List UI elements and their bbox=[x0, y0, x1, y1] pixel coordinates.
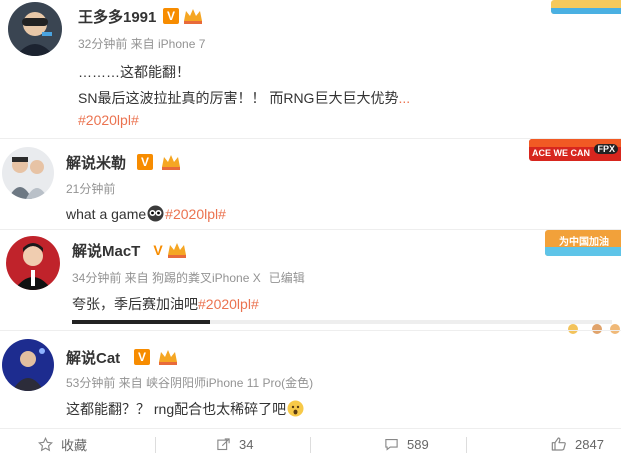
verified-v-icon: V bbox=[137, 154, 153, 170]
card-banner: ACE WE CAN FPX bbox=[529, 139, 621, 161]
avatar[interactable] bbox=[2, 339, 54, 391]
comment-button[interactable]: 589 bbox=[384, 429, 429, 459]
favorite-label: 收藏 bbox=[61, 437, 88, 453]
action-bar: 收藏 34 589 2847 bbox=[0, 428, 621, 459]
repost-count: 34 bbox=[239, 436, 254, 452]
separator bbox=[310, 437, 311, 453]
vip-crown-icon bbox=[166, 241, 188, 259]
avatar[interactable] bbox=[2, 147, 54, 199]
post-meta: 32分钟前 来自 iPhone 7 bbox=[78, 37, 206, 51]
owl-emoji-icon bbox=[147, 205, 164, 225]
avatar[interactable] bbox=[6, 236, 60, 290]
verified-v-icon: V bbox=[153, 242, 163, 258]
banner-text: ACE WE CAN bbox=[532, 148, 590, 158]
banner-logo: FPX bbox=[594, 144, 618, 154]
vip-crown-icon bbox=[182, 7, 204, 25]
username[interactable]: 解说MacT bbox=[72, 240, 140, 261]
post-text: what a game #2020lpl# bbox=[66, 205, 226, 225]
vip-crown-icon bbox=[160, 153, 182, 171]
comment-icon bbox=[385, 438, 398, 451]
favorite-button[interactable]: 收藏 bbox=[38, 429, 87, 459]
like-count: 2847 bbox=[575, 436, 604, 452]
comment-count: 589 bbox=[407, 436, 429, 452]
username[interactable]: 王多多1991 bbox=[78, 6, 156, 27]
surprised-emoji-icon bbox=[287, 400, 304, 420]
username[interactable]: 解说米勒 bbox=[66, 152, 126, 173]
banner-text: 为中国加油 bbox=[559, 237, 609, 248]
post-text-line-2: SN最后这波拉扯真的厉害！！ 而RNG巨大巨大优势... bbox=[78, 88, 410, 108]
hashtag-link[interactable]: #2020lpl# bbox=[165, 206, 226, 222]
comment-post-3: 解说MacT V 34分钟前 来自 狗踢的粪叉iPhone X 已编辑 夸张，季后… bbox=[0, 230, 621, 330]
hashtag-link[interactable]: #2020lpl# bbox=[78, 112, 139, 128]
separator bbox=[466, 437, 467, 453]
verified-v-icon: V bbox=[163, 8, 179, 24]
vip-crown-icon bbox=[157, 348, 179, 366]
post-text-content: 夸张，季后赛加油吧 bbox=[72, 296, 198, 312]
star-icon bbox=[38, 436, 53, 451]
card-banner bbox=[551, 0, 621, 14]
comment-post-1: 王多多1991 V 32分钟前 来自 iPhone 7 ………这都能翻！ SN最… bbox=[0, 0, 621, 138]
edited-label[interactable]: 已编辑 bbox=[269, 271, 305, 285]
post-text: 夸张，季后赛加油吧#2020lpl# bbox=[72, 294, 259, 314]
post-meta: 53分钟前 来自 峡谷阴阳师iPhone 11 Pro(金色) bbox=[66, 376, 314, 390]
expand-ellipsis[interactable]: ... bbox=[398, 90, 410, 106]
post-text: SN最后这波拉扯真的厉害！！ 而RNG巨大巨大优势 bbox=[78, 90, 399, 106]
repost-icon bbox=[217, 437, 230, 450]
meta-text: 34分钟前 来自 狗踢的粪叉iPhone X bbox=[72, 271, 261, 285]
avatar[interactable] bbox=[8, 2, 62, 56]
scroll-progress-fill bbox=[72, 320, 210, 324]
post-meta: 34分钟前 来自 狗踢的粪叉iPhone X 已编辑 bbox=[72, 269, 305, 286]
thumbs-up-icon bbox=[551, 437, 566, 451]
separator bbox=[155, 437, 156, 453]
post-text-line-1: ………这都能翻！ bbox=[78, 64, 190, 80]
comment-post-4: 解说Cat V 53分钟前 来自 峡谷阴阳师iPhone 11 Pro(金色) … bbox=[0, 331, 621, 428]
verified-v-icon: V bbox=[134, 349, 150, 365]
repost-button[interactable]: 34 bbox=[216, 429, 253, 459]
post-text-content: 这都能翻？？ rng配合也太稀碎了吧 bbox=[66, 401, 287, 417]
like-button[interactable]: 2847 bbox=[551, 429, 604, 459]
comment-post-2: 解说米勒 V 21分钟前 what a game #2020lpl# ACE W… bbox=[0, 139, 621, 229]
post-meta: 21分钟前 bbox=[66, 182, 116, 196]
post-text-content: what a game bbox=[66, 206, 147, 222]
post-text: 这都能翻？？ rng配合也太稀碎了吧 bbox=[66, 399, 304, 420]
card-banner: 为中国加油 bbox=[545, 230, 621, 256]
hashtag-link[interactable]: #2020lpl# bbox=[198, 296, 259, 312]
username[interactable]: 解说Cat bbox=[66, 347, 120, 368]
scroll-progress-bar[interactable] bbox=[72, 320, 612, 324]
